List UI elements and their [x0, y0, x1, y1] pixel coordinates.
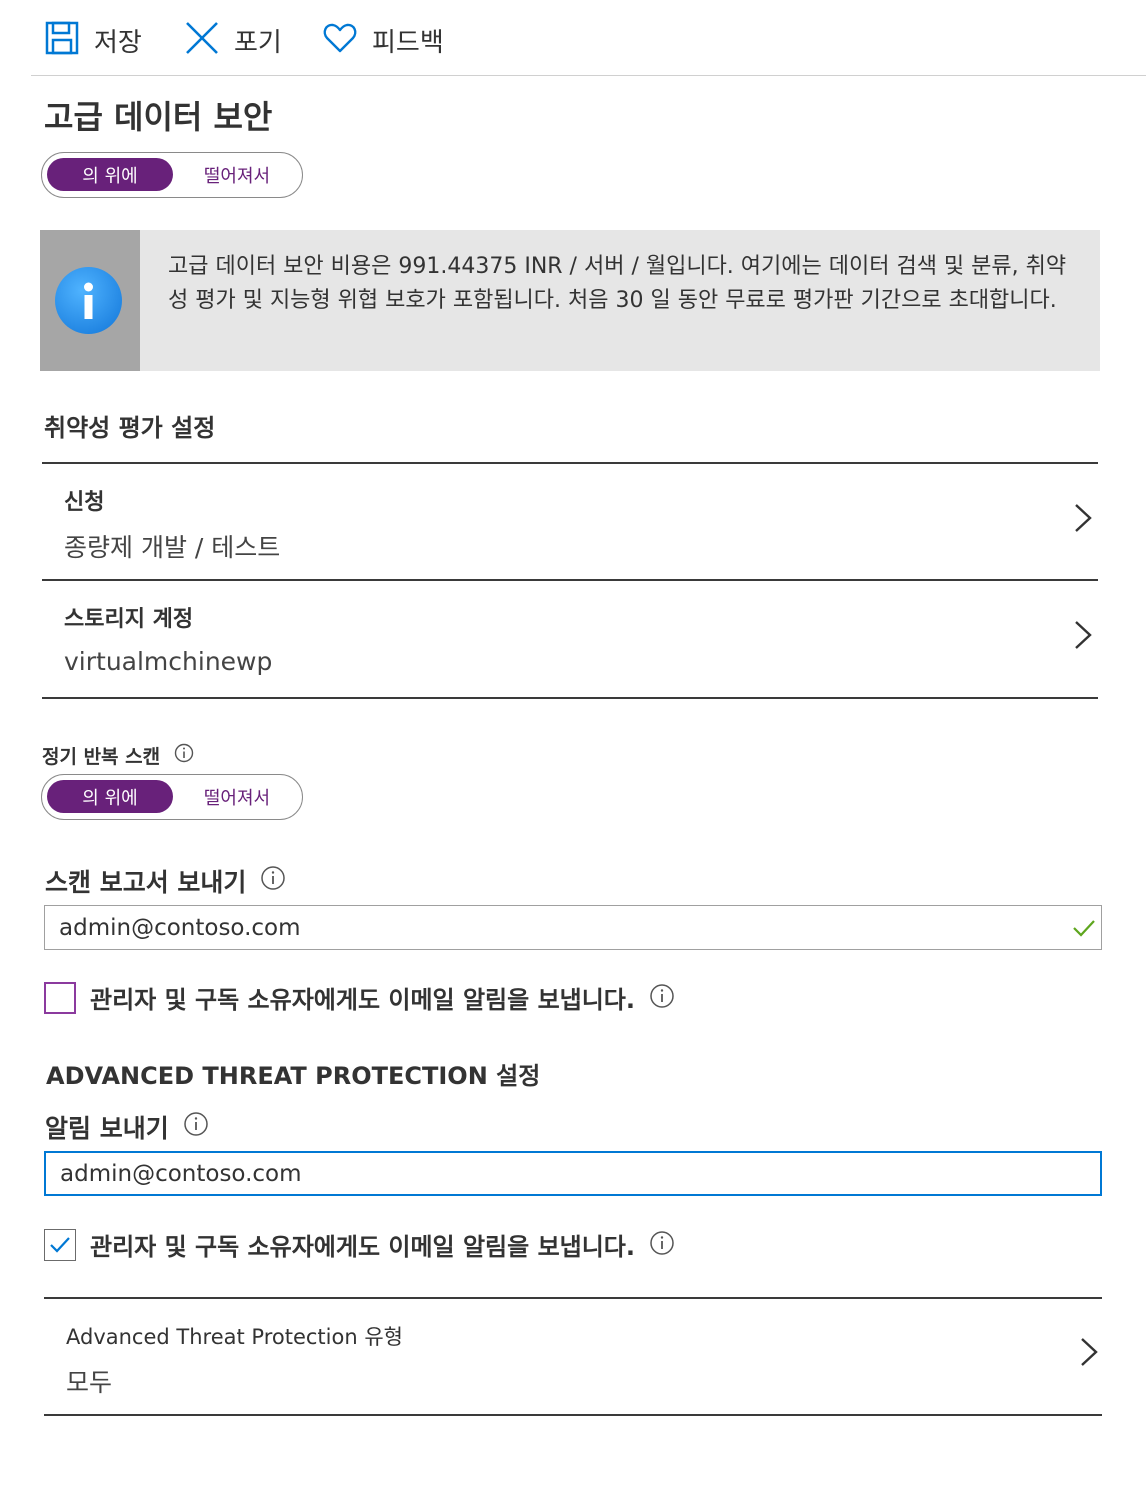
feedback-button[interactable]: 피드백	[322, 20, 444, 60]
info-circle-icon[interactable]	[649, 1230, 675, 1260]
storage-account-value: virtualmchinewp	[64, 647, 273, 676]
recurring-scans-toggle[interactable]: 의 위에 떨어져서	[41, 774, 303, 820]
scan-reports-email-input[interactable]	[44, 905, 1102, 950]
subscription-row[interactable]: 신청 종량제 개발 / 테스트	[42, 464, 1098, 580]
save-icon	[44, 20, 80, 60]
divider	[42, 697, 1098, 699]
atp-types-title: Advanced Threat Protection 유형	[66, 1325, 403, 1349]
also-send-admins-checkbox[interactable]	[44, 981, 76, 1014]
send-scan-reports-label: 스캔 보고서 보내기	[45, 863, 286, 899]
send-scan-reports-text: 스캔 보고서 보내기	[45, 868, 247, 897]
close-icon	[184, 20, 220, 60]
page-title: 고급 데이터 보안	[44, 98, 273, 136]
divider	[44, 1414, 1102, 1416]
advanced-data-security-toggle[interactable]: 의 위에 떨어져서	[41, 152, 303, 198]
toggle-off-option[interactable]: 떨어져서	[176, 158, 298, 191]
command-bar: 저장 포기 피드백	[0, 0, 1146, 76]
chevron-right-icon	[1072, 502, 1094, 538]
checkmark-icon	[50, 1236, 70, 1253]
recurring-scans-label: 정기 반복 스캔	[42, 742, 194, 769]
heart-icon	[322, 20, 358, 60]
send-alerts-label: 알림 보내기	[45, 1109, 209, 1145]
info-banner-side	[40, 230, 140, 371]
info-icon	[55, 267, 122, 334]
toolbar-divider	[31, 75, 1146, 76]
chevron-right-icon	[1078, 1336, 1100, 1372]
also-send-admins-label: 관리자 및 구독 소유자에게도 이메일 알림을 보냅니다.	[90, 986, 636, 1014]
info-circle-icon[interactable]	[174, 743, 194, 768]
info-banner: 고급 데이터 보안 비용은 991.44375 INR / 서버 / 월입니다.…	[40, 230, 1100, 371]
discard-label: 포기	[234, 27, 282, 58]
atp-also-send-admins-label: 관리자 및 구독 소유자에게도 이메일 알림을 보냅니다.	[90, 1233, 636, 1261]
toggle-on-option[interactable]: 의 위에	[47, 158, 173, 191]
chevron-right-icon	[1072, 619, 1094, 655]
subscription-value: 종량제 개발 / 테스트	[64, 533, 281, 562]
valid-check-icon	[1072, 918, 1096, 942]
info-banner-text: 고급 데이터 보안 비용은 991.44375 INR / 서버 / 월입니다.…	[168, 254, 1067, 313]
recurring-scans-text: 정기 반복 스캔	[42, 746, 161, 768]
discard-button[interactable]: 포기	[184, 20, 282, 60]
save-label: 저장	[94, 27, 142, 58]
info-circle-icon[interactable]	[183, 1111, 209, 1143]
save-button[interactable]: 저장	[44, 20, 142, 60]
info-circle-icon[interactable]	[649, 983, 675, 1013]
also-send-admins-checkbox-row[interactable]: 관리자 및 구독 소유자에게도 이메일 알림을 보냅니다.	[44, 980, 675, 1015]
alerts-email-input[interactable]	[44, 1151, 1102, 1196]
atp-settings-heading: ADVANCED THREAT PROTECTION 설정	[46, 1062, 541, 1090]
atp-types-row[interactable]: Advanced Threat Protection 유형 모두	[44, 1299, 1102, 1415]
storage-account-row[interactable]: 스토리지 계정 virtualmchinewp	[42, 581, 1098, 697]
subscription-title: 신청	[64, 490, 105, 515]
storage-account-title: 스토리지 계정	[64, 607, 194, 632]
atp-also-send-admins-checkbox[interactable]	[44, 1228, 76, 1261]
feedback-label: 피드백	[372, 27, 444, 58]
toggle-off-option[interactable]: 떨어져서	[176, 780, 298, 813]
send-alerts-text: 알림 보내기	[45, 1114, 169, 1143]
atp-also-send-admins-checkbox-row[interactable]: 관리자 및 구독 소유자에게도 이메일 알림을 보냅니다.	[44, 1227, 675, 1262]
info-circle-icon[interactable]	[260, 865, 286, 897]
vulnerability-settings-heading: 취약성 평가 설정	[44, 414, 216, 442]
toggle-on-option[interactable]: 의 위에	[47, 780, 173, 813]
atp-types-value: 모두	[66, 1368, 113, 1397]
